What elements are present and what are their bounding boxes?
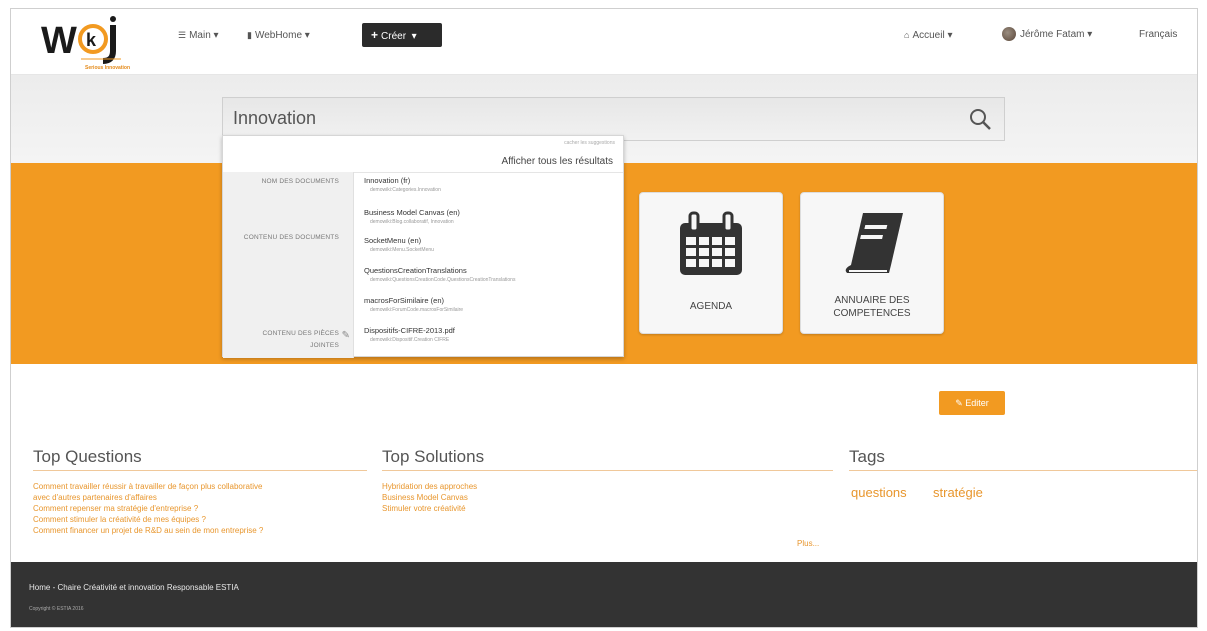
tile-annuaire[interactable]: ANNUAIRE DES COMPETENCES — [800, 192, 944, 334]
avatar — [1002, 27, 1016, 42]
language-label: Français — [1139, 29, 1178, 40]
pencil-icon: ✎ — [955, 398, 963, 408]
paperclip-icon: ✎ — [341, 330, 350, 341]
question-link[interactable]: Comment travailler réussir à travailler … — [33, 481, 262, 492]
suggestion-path: demowiki:ForumCode.macrosForSimilaire — [370, 307, 464, 313]
caret-icon: ▾ — [213, 30, 219, 41]
category-doc-content: CONTENU DES DOCUMENTS — [243, 234, 339, 241]
tag-link[interactable]: stratégie — [933, 485, 983, 500]
question-link[interactable]: avec d'autres partenaires d'affaires — [33, 492, 157, 503]
nav-accueil-label: Accueil — [912, 30, 945, 41]
svg-text:W: W — [41, 20, 77, 62]
menu-icon: ☰ — [178, 30, 187, 40]
wiki-logo[interactable]: W k Serious Innovation — [41, 15, 141, 71]
search-input-value: Innovation — [233, 108, 317, 128]
calendar-icon — [680, 211, 742, 275]
top-solutions-title: Top Solutions — [382, 447, 485, 466]
suggestion-path: demowiki:QuestionsCreationCode.Questions… — [370, 277, 516, 283]
create-label: Créer — [381, 31, 407, 42]
caret-icon: ▾ — [411, 31, 417, 42]
suggestion-item[interactable]: Innovation (fr) demowiki:Categories.Inno… — [364, 176, 619, 194]
suggestion-item[interactable]: SocketMenu (en) demowiki:Menu.SocketMenu — [364, 236, 619, 254]
tag-link[interactable]: questions — [851, 485, 907, 500]
suggestion-title: macrosForSimilaire (en) — [364, 296, 445, 305]
tile-agenda-label: AGENDA — [689, 301, 733, 312]
divider — [33, 470, 367, 471]
footer-copyright: Copyright © ESTIA 2016 — [29, 606, 84, 612]
nav-webhome-label: WebHome — [254, 30, 303, 41]
solution-link[interactable]: Hybridation des approches — [382, 481, 477, 492]
nav-main-menu[interactable]: ☰ Main ▾ — [178, 25, 219, 45]
caret-icon: ▾ — [304, 30, 310, 41]
suggestion-item[interactable]: Dispositifs-CIFRE-2013.pdf demowiki:Disp… — [364, 326, 619, 344]
show-all-results-link[interactable]: Afficher tous les résultats — [501, 156, 613, 167]
search-suggestions-dropdown: cacher les suggestions Afficher tous les… — [222, 135, 624, 358]
suggestion-categories: NOM DES DOCUMENTS CONTENU DES DOCUMENTS … — [223, 172, 354, 358]
suggestion-path: demowiki:Dispositif.Creation CIFRE — [370, 337, 450, 343]
suggestion-item[interactable]: Business Model Canvas (en) demowiki:Blog… — [364, 208, 619, 226]
suggestion-item[interactable]: QuestionsCreationTranslations demowiki:Q… — [364, 266, 619, 284]
footer: Home - Chaire Créativité et innovation R… — [11, 562, 1197, 627]
more-solutions-link[interactable]: Plus... — [797, 539, 819, 548]
suggestion-title: SocketMenu (en) — [364, 236, 422, 245]
app-window: W k Serious Innovation ☰ Main ▾ ▮ WebHome … — [10, 8, 1198, 628]
question-link[interactable]: Comment stimuler la créativité de mes éq… — [33, 514, 206, 525]
edit-button[interactable]: ✎ Editer — [939, 391, 1005, 415]
nav-main-label: Main — [189, 30, 211, 41]
question-link[interactable]: Comment financer un projet de R&D au sei… — [33, 525, 263, 536]
divider — [382, 470, 833, 471]
home-icon: ⌂ — [904, 30, 910, 40]
book-icon — [845, 213, 903, 273]
category-attachments: CONTENU DES PIÈCES JOINTES — [262, 330, 339, 349]
caret-icon: ▾ — [947, 30, 953, 41]
suggestion-path: demowiki:Menu.SocketMenu — [370, 247, 434, 253]
logo-subtext: Serious Innovation — [85, 65, 131, 71]
edit-label: Editer — [965, 398, 989, 408]
tile-annuaire-label: ANNUAIRE DES COMPETENCES — [833, 295, 911, 319]
tags-title: Tags — [849, 447, 885, 466]
language-selector[interactable]: Français — [1139, 25, 1177, 45]
nav-user-menu[interactable]: Jérôme Fatam ▾ — [1002, 25, 1092, 45]
nav-webhome-menu[interactable]: ▮ WebHome ▾ — [247, 25, 310, 45]
suggestion-title: Dispositifs-CIFRE-2013.pdf — [364, 326, 455, 335]
suggestion-title: Business Model Canvas (en) — [364, 208, 460, 217]
suggestion-path: demowiki:Categories.Innovation — [370, 187, 441, 193]
caret-icon: ▾ — [1087, 29, 1093, 40]
category-doc-names: NOM DES DOCUMENTS — [261, 178, 339, 185]
nav-accueil-menu[interactable]: ⌂ Accueil ▾ — [904, 25, 953, 45]
document-icon: ▮ — [247, 30, 252, 40]
top-navbar: W k Serious Innovation ☰ Main ▾ ▮ WebHome … — [11, 9, 1197, 75]
top-questions-title: Top Questions — [33, 447, 142, 466]
divider — [849, 470, 1197, 471]
solution-link[interactable]: Stimuler votre créativité — [382, 503, 466, 514]
svg-text:k: k — [86, 30, 97, 50]
question-link[interactable]: Comment repenser ma stratégie d'entrepri… — [33, 503, 198, 514]
suggestion-path: demowiki:Blog.collaboratif, Innovation — [370, 219, 454, 225]
plus-icon: + — [371, 28, 379, 42]
footer-breadcrumb[interactable]: Home - Chaire Créativité et innovation R… — [29, 583, 239, 592]
solution-link[interactable]: Business Model Canvas — [382, 492, 468, 503]
nav-user-label: Jérôme Fatam — [1020, 29, 1085, 40]
search-icon[interactable] — [968, 107, 992, 131]
suggestion-title: QuestionsCreationTranslations — [364, 266, 467, 275]
create-button[interactable]: + Créer ▾ — [362, 23, 442, 47]
tile-agenda[interactable]: AGENDA — [639, 192, 783, 334]
hide-suggestions-link[interactable]: cacher les suggestions — [564, 140, 615, 146]
suggestion-title: Innovation (fr) — [364, 176, 411, 185]
suggestion-item[interactable]: macrosForSimilaire (en) demowiki:ForumCo… — [364, 296, 619, 314]
